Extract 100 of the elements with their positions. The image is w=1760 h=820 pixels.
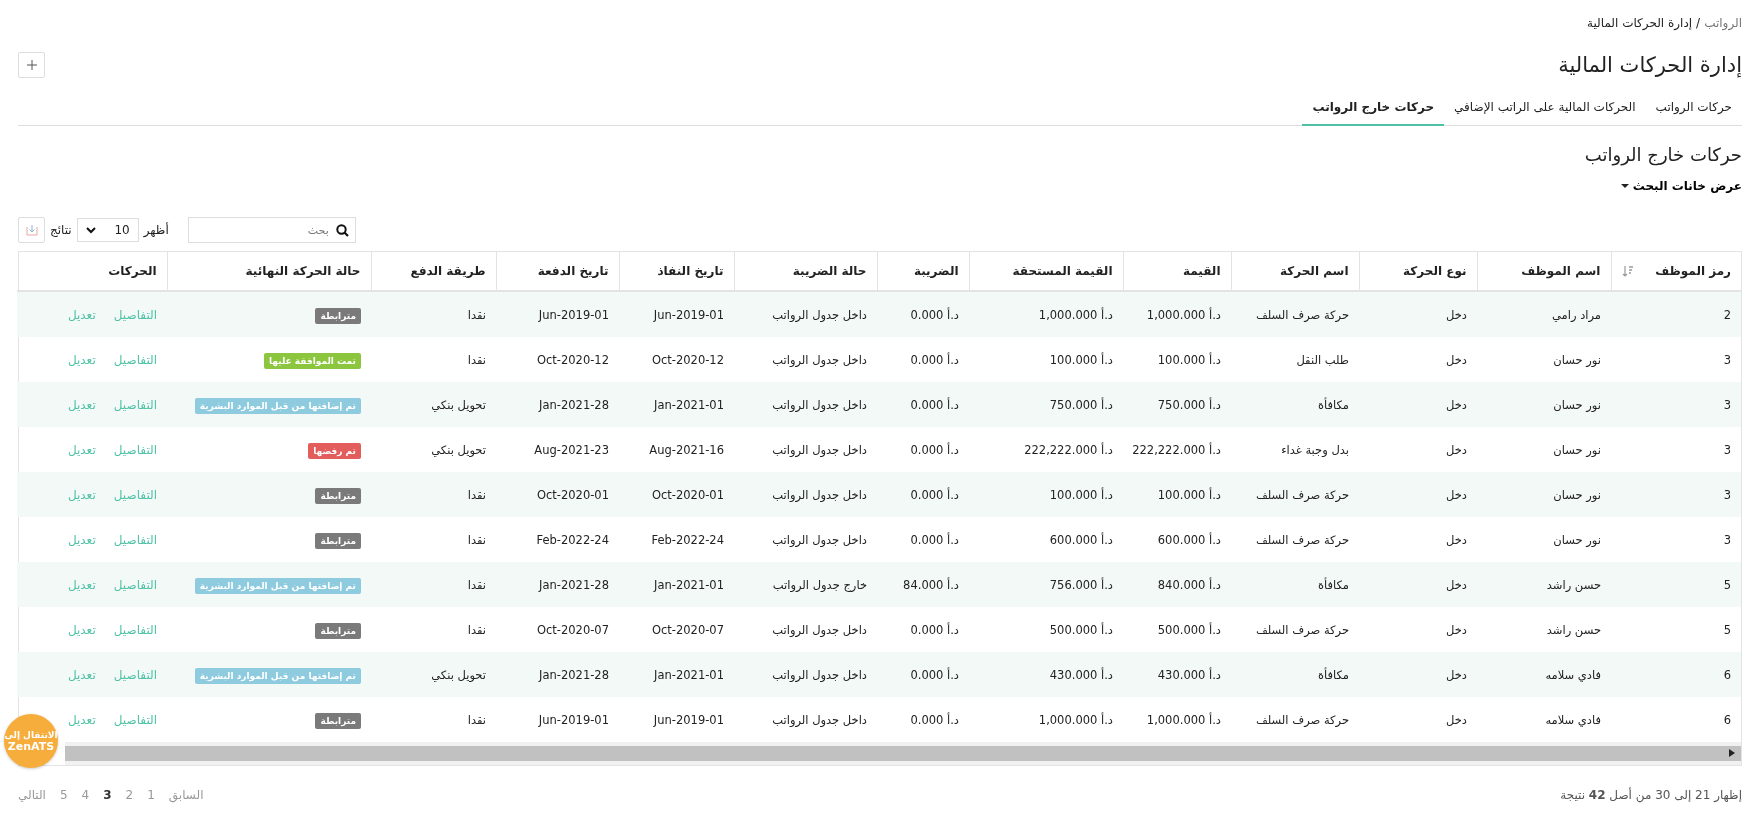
add-button[interactable] — [18, 52, 45, 78]
action-link[interactable]: التفاصيل — [113, 487, 157, 502]
status-badge: تم رفضها — [308, 442, 361, 459]
tab[interactable]: حركات خارج الرواتب — [1302, 94, 1445, 126]
table-cell: دخل — [1359, 562, 1477, 607]
breadcrumb-separator: / — [1696, 16, 1701, 30]
table-cell: 6 — [1611, 652, 1741, 697]
page-link[interactable]: 4 — [81, 788, 90, 802]
action-link[interactable]: التفاصيل — [113, 442, 157, 457]
status-badge: تم إضافتها من قبل الموارد البشرية — [194, 577, 361, 594]
table-cell: Jan-2021-01 — [619, 562, 734, 607]
action-link[interactable]: تعديل — [67, 712, 96, 727]
action-link[interactable]: التفاصيل — [113, 577, 157, 592]
page-link[interactable]: 2 — [125, 788, 134, 802]
breadcrumb-link[interactable]: الرواتب — [1704, 16, 1742, 30]
table-cell: مكافأة — [1231, 382, 1359, 427]
page-link[interactable]: 3 — [103, 788, 112, 802]
table-cell: فادي سلامه — [1477, 652, 1611, 697]
tab[interactable]: الحركات المالية على الراتب الإضافي — [1444, 94, 1646, 126]
action-link[interactable]: تعديل — [67, 487, 96, 502]
table-cell: Jan-2021-28 — [496, 562, 619, 607]
search-field[interactable]: بحث — [187, 217, 356, 243]
table-cell: د.أ 222,222.000 — [1123, 427, 1231, 472]
table-cell: حركة صرف السلف — [1231, 472, 1359, 517]
table-cell: Jun-2019-01 — [619, 291, 734, 337]
action-link[interactable]: التفاصيل — [113, 622, 157, 637]
action-link[interactable]: التفاصيل — [113, 397, 157, 412]
table-cell: مكافأة — [1231, 562, 1359, 607]
table-cell: Oct-2020-01 — [496, 472, 619, 517]
caret-icon — [1620, 184, 1629, 188]
page-link[interactable]: السابق — [168, 788, 204, 802]
table-cell: د.أ 600.000 — [1123, 517, 1231, 562]
sort-icon[interactable] — [1621, 265, 1634, 277]
action-link[interactable]: تعديل — [67, 352, 96, 367]
table-cell: د.أ 100.000 — [969, 337, 1123, 382]
chevron-down-icon — [85, 226, 96, 234]
table-cell: تحويل بنكي — [371, 382, 496, 427]
status-badge: مترابطة — [315, 622, 361, 639]
action-link[interactable]: تعديل — [67, 442, 96, 457]
action-link[interactable]: التفاصيل — [113, 532, 157, 547]
table-cell: د.أ 84.000 — [877, 562, 969, 607]
action-link[interactable]: تعديل — [67, 397, 96, 412]
action-link[interactable]: تعديل — [67, 577, 96, 592]
table-cell: داخل جدول الرواتب — [734, 652, 877, 697]
search-toggle[interactable]: عرض خانات البحث — [1620, 179, 1742, 193]
table-cell: Jan-2021-01 — [619, 382, 734, 427]
table-cell: 3 — [1611, 517, 1741, 562]
page-title: إدارة الحركات المالية — [1558, 53, 1742, 77]
page-link[interactable]: 5 — [59, 788, 68, 802]
column-title: رمز الموظف — [1655, 264, 1731, 278]
table-cell: نور حسان — [1477, 472, 1611, 517]
table-cell: Jan-2021-28 — [496, 652, 619, 697]
action-link[interactable]: التفاصيل — [113, 352, 157, 367]
table-cell: حركة صرف السلف — [1231, 517, 1359, 562]
table-cell: بدل وجبة غداء — [1231, 427, 1359, 472]
table-cell: د.أ 756.000 — [969, 562, 1123, 607]
table-cell: تحويل بنكي — [371, 652, 496, 697]
action-link[interactable]: التفاصيل — [113, 307, 157, 322]
table-cell: داخل جدول الرواتب — [734, 337, 877, 382]
action-link[interactable]: تعديل — [67, 307, 96, 322]
table-cell: داخل جدول الرواتب — [734, 472, 877, 517]
action-link[interactable]: تعديل — [67, 532, 96, 547]
scroll-right-icon[interactable] — [1729, 749, 1735, 757]
table-cell: د.أ 100.000 — [969, 472, 1123, 517]
table-cell: د.أ 0.000 — [877, 652, 969, 697]
table-cell: داخل جدول الرواتب — [734, 697, 877, 742]
table-cell: د.أ 0.000 — [877, 697, 969, 742]
table-cell: تحويل بنكي — [371, 427, 496, 472]
table-cell: نور حسان — [1477, 337, 1611, 382]
search-icon — [335, 224, 349, 237]
table-cell: Oct-2020-12 — [496, 337, 619, 382]
horizontal-scrollbar[interactable] — [65, 742, 1741, 765]
action-link[interactable]: التفاصيل — [113, 667, 157, 682]
tab[interactable]: حركات الرواتب — [1645, 94, 1742, 126]
table-cell: نقدا — [371, 291, 496, 337]
table-cell: Jan-2021-28 — [496, 382, 619, 427]
table-cell: 2 — [1611, 291, 1741, 337]
table-cell: 6 — [1611, 697, 1741, 742]
table-cell: Aug-2021-16 — [619, 427, 734, 472]
table-cell: دخل — [1359, 517, 1477, 562]
page-link[interactable]: 1 — [147, 788, 155, 802]
table-cell: دخل — [1359, 652, 1477, 697]
table-cell: نقدا — [371, 472, 496, 517]
table-cell: د.أ 100.000 — [1123, 337, 1231, 382]
action-link[interactable]: التفاصيل — [113, 712, 157, 727]
table-cell: Oct-2020-07 — [619, 607, 734, 652]
page-size-select[interactable]: 10 — [76, 218, 139, 242]
page-link[interactable]: التالي — [18, 788, 46, 802]
action-link[interactable]: تعديل — [67, 667, 96, 682]
action-link[interactable]: تعديل — [67, 622, 96, 637]
table-cell: خارج جدول الرواتب — [734, 562, 877, 607]
table-cell: دخل — [1359, 607, 1477, 652]
results-label: نتائج — [50, 223, 72, 237]
table-cell: د.أ 750.000 — [969, 382, 1123, 427]
table-cell: داخل جدول الرواتب — [734, 382, 877, 427]
table-cell: Jun-2019-01 — [496, 697, 619, 742]
table-cell: د.أ 0.000 — [877, 427, 969, 472]
table-cell: د.أ 222,222.000 — [969, 427, 1123, 472]
export-button[interactable] — [18, 217, 45, 243]
table-cell: حركة صرف السلف — [1231, 291, 1359, 337]
